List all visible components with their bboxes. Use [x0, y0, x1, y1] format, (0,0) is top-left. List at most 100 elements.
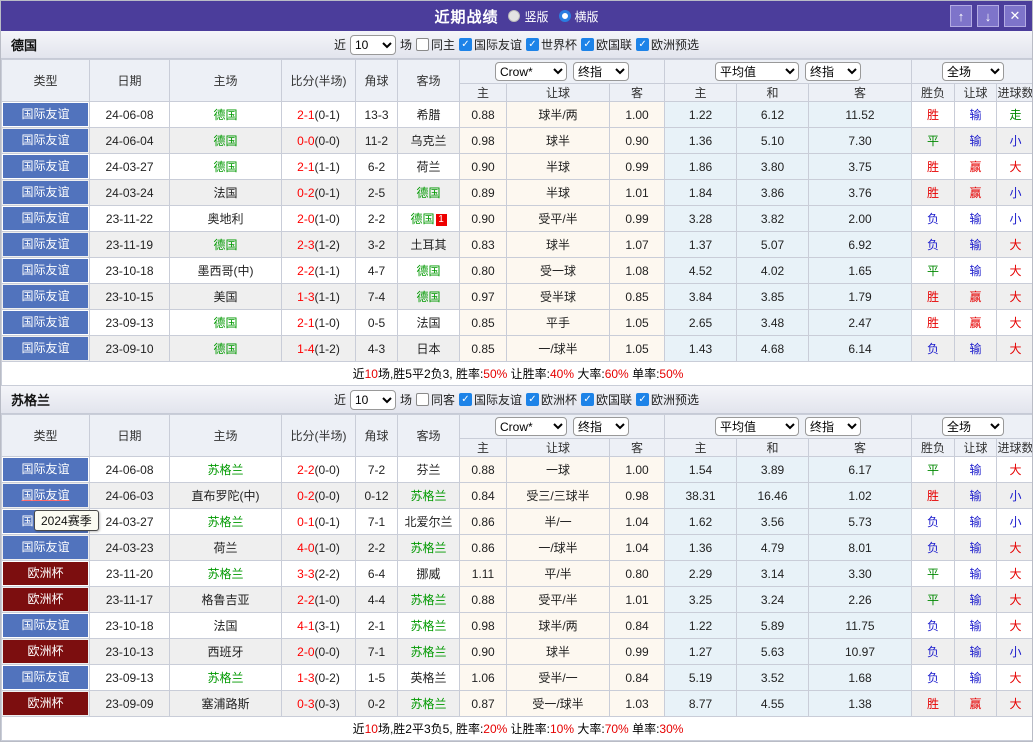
filters: 近10场同主✓国际友谊✓世界杯✓欧国联✓欧洲预选: [334, 35, 699, 55]
match-type-link[interactable]: 国际友谊: [3, 311, 88, 334]
summary-segment: 10%: [550, 722, 574, 736]
result-winloss: 负: [912, 509, 955, 535]
league-filter[interactable]: ✓国际友谊: [459, 391, 522, 408]
odds-company-select[interactable]: Crow*: [495, 417, 567, 436]
average-final-select[interactable]: 终指: [805, 417, 861, 436]
result-winloss: 胜: [912, 310, 955, 336]
home-team: 法国: [170, 613, 282, 639]
match-type-link[interactable]: 国际友谊: [3, 285, 88, 308]
away-team: 德国: [398, 180, 460, 206]
match-type-link[interactable]: 国际友谊: [3, 458, 88, 481]
away-team: 苏格兰: [398, 639, 460, 665]
odds-final-select[interactable]: 终指: [573, 62, 629, 81]
handicap-line: 受半球: [507, 284, 610, 310]
venue-filter[interactable]: 同客: [416, 391, 455, 408]
halftime-score: (0-0): [315, 134, 340, 148]
match-row: 国际友谊24-06-08苏格兰2-2(0-0)7-2芬兰0.88一球1.001.…: [2, 457, 1033, 483]
odds-final-select[interactable]: 终指: [573, 417, 629, 436]
home-team: 美国: [170, 284, 282, 310]
score-cell: 3-3(2-2): [282, 561, 356, 587]
halftime-score: (0-2): [315, 671, 340, 685]
match-type-link[interactable]: 国际友谊: [3, 337, 88, 360]
odds-away: 1.01: [610, 587, 665, 613]
league-filter[interactable]: ✓欧国联: [581, 391, 632, 408]
red-card-badge: 1: [436, 214, 447, 226]
recent-count-select[interactable]: 10: [350, 390, 396, 410]
away-team: 土耳其: [398, 232, 460, 258]
avg-draw: 16.46: [737, 483, 809, 509]
odds-away: 1.00: [610, 457, 665, 483]
recent-count-select[interactable]: 10: [350, 35, 396, 55]
league-filter[interactable]: ✓欧洲杯: [526, 391, 577, 408]
match-type-link[interactable]: 欧洲杯: [3, 640, 88, 663]
result-handicap: 输: [955, 535, 997, 561]
summary-segment: 20%: [483, 722, 507, 736]
checkbox-checked-icon[interactable]: ✓: [459, 393, 472, 406]
checkbox-unchecked-icon[interactable]: [416, 393, 429, 406]
average-select[interactable]: 平均值: [715, 62, 799, 81]
match-type-link[interactable]: 国际友谊: [3, 666, 88, 689]
league-filter[interactable]: ✓世界杯: [526, 36, 577, 53]
match-type-link[interactable]: 欧洲杯: [3, 588, 88, 611]
handicap-line: 一/球半: [507, 336, 610, 362]
summary-segment: 大率:: [574, 367, 605, 381]
result-handicap: 输: [955, 639, 997, 665]
average-header-cell: 平均值终指: [665, 415, 912, 439]
league-filter[interactable]: ✓欧国联: [581, 36, 632, 53]
match-type-link[interactable]: 国际友谊: [3, 484, 88, 507]
checkbox-unchecked-icon[interactable]: [416, 38, 429, 51]
layout-radio-vertical[interactable]: 竖版: [508, 8, 548, 25]
match-type-link[interactable]: 欧洲杯: [3, 562, 88, 585]
match-date: 24-03-27: [90, 509, 170, 535]
checkbox-checked-icon[interactable]: ✓: [459, 38, 472, 51]
handicap-line: 球半/两: [507, 613, 610, 639]
sub-column-header: 进球数: [997, 84, 1033, 102]
results-table: 类型日期主场比分(半场)角球客场Crow*终指平均值终指全场主让球客主和客胜负让…: [1, 59, 1033, 386]
checkbox-checked-icon[interactable]: ✓: [526, 393, 539, 406]
move-up-button[interactable]: ↑: [950, 5, 972, 27]
match-type-link[interactable]: 国际友谊: [3, 155, 88, 178]
result-goals: 大: [997, 535, 1033, 561]
checkbox-checked-icon[interactable]: ✓: [636, 393, 649, 406]
average-select[interactable]: 平均值: [715, 417, 799, 436]
average-final-select[interactable]: 终指: [805, 62, 861, 81]
move-down-button[interactable]: ↓: [977, 5, 999, 27]
corners: 4-3: [356, 336, 398, 362]
league-filter[interactable]: ✓欧洲预选: [636, 36, 699, 53]
fulltime-score: 0-0: [297, 134, 314, 148]
match-type-link[interactable]: 欧洲杯: [3, 692, 88, 715]
radio-selected-icon: [559, 10, 571, 22]
league-filter[interactable]: ✓欧洲预选: [636, 391, 699, 408]
layout-radio-vertical-label: 竖版: [524, 8, 548, 25]
checkbox-checked-icon[interactable]: ✓: [581, 393, 594, 406]
match-type-link[interactable]: 国际友谊: [3, 259, 88, 282]
checkbox-checked-icon[interactable]: ✓: [526, 38, 539, 51]
venue-filter[interactable]: 同主: [416, 36, 455, 53]
checkbox-checked-icon[interactable]: ✓: [581, 38, 594, 51]
fulltime-score: 2-3: [297, 238, 314, 252]
result-winloss: 胜: [912, 284, 955, 310]
odds-away: 1.01: [610, 180, 665, 206]
match-type-link[interactable]: 国际友谊: [3, 536, 88, 559]
summary-segment: 场,胜2平3负5, 胜率:: [378, 722, 483, 736]
match-type-link[interactable]: 国际友谊: [3, 614, 88, 637]
odds-company-select[interactable]: Crow*: [495, 62, 567, 81]
match-type-link[interactable]: 国际友谊: [3, 233, 88, 256]
home-team: 德国: [170, 336, 282, 362]
match-type-link[interactable]: 国际友谊: [3, 129, 88, 152]
avg-away: 2.26: [809, 587, 912, 613]
scope-select[interactable]: 全场: [942, 417, 1004, 436]
match-type-link[interactable]: 国际友谊: [3, 103, 88, 126]
match-type-link[interactable]: 国际友谊: [3, 181, 88, 204]
match-type-cell: 国际友谊: [2, 154, 90, 180]
scope-select[interactable]: 全场: [942, 62, 1004, 81]
match-type-link[interactable]: 国际友谊: [3, 207, 88, 230]
league-filter[interactable]: ✓国际友谊: [459, 36, 522, 53]
corners: 4-7: [356, 258, 398, 284]
summary-segment: 场,胜5平2负3, 胜率:: [378, 367, 483, 381]
result-handicap: 输: [955, 483, 997, 509]
checkbox-checked-icon[interactable]: ✓: [636, 38, 649, 51]
avg-away: 10.97: [809, 639, 912, 665]
layout-radio-horizontal[interactable]: 横版: [559, 8, 599, 25]
close-button[interactable]: ✕: [1004, 5, 1026, 27]
